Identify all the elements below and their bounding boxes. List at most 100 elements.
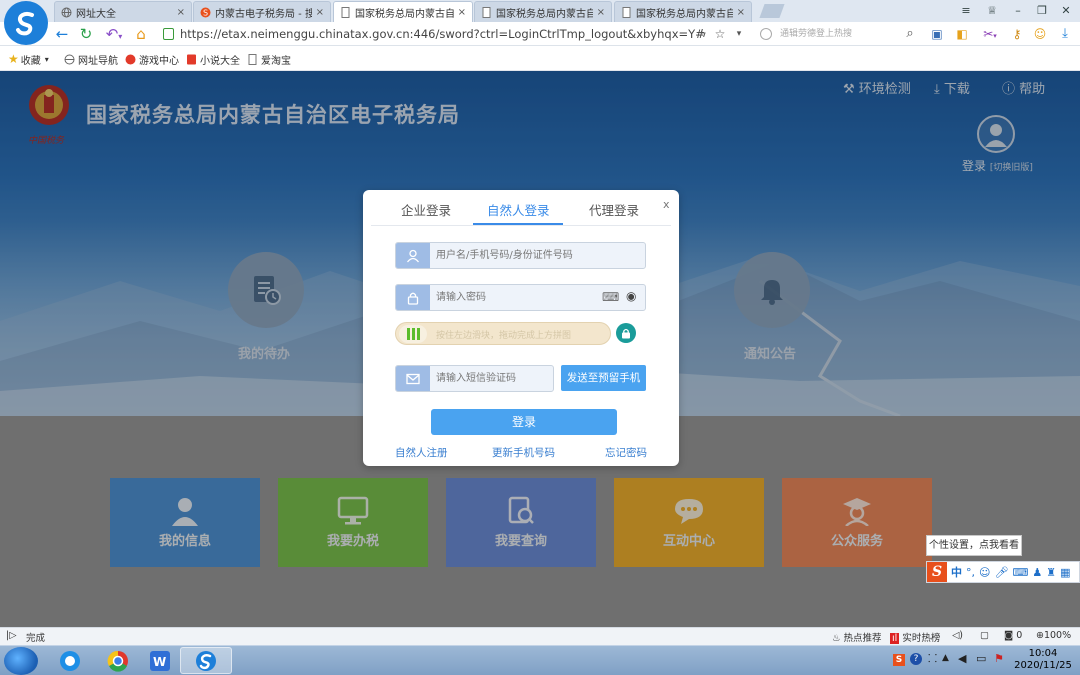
forgot-password-link[interactable]: 忘记密码: [605, 445, 647, 460]
star-icon[interactable]: ☆: [713, 25, 727, 43]
download-icon[interactable]: ⤓: [1058, 25, 1072, 43]
tab-close-icon[interactable]: ×: [177, 7, 185, 18]
url-text: https://etax.neimenggu.chinatax.gov.cn:4…: [180, 27, 705, 41]
slider-hint: 按住左边滑块，拖动完成上方拼图: [436, 331, 572, 341]
translate-icon[interactable]: ◧: [955, 25, 969, 43]
restore-icon[interactable]: ❐: [1034, 3, 1050, 19]
sound-icon[interactable]: ◁): [952, 630, 963, 641]
lock-icon[interactable]: ▢: [980, 630, 989, 641]
ime-toolbar[interactable]: S 中 °, ☺ 🎤︎ ⌨ ♟ ♜ ▦: [926, 561, 1080, 583]
network-icon[interactable]: ▭: [976, 652, 986, 665]
tab-1[interactable]: 网址大全 ×: [54, 1, 192, 22]
bookmark-novels[interactable]: 小说大全: [186, 51, 240, 67]
flag-icon[interactable]: ⚑: [994, 652, 1004, 665]
start-menu-icon[interactable]: [4, 647, 38, 675]
ime-tray-icon[interactable]: ⸬: [928, 651, 937, 666]
tab-4[interactable]: 国家税务总局内蒙古自治 ×: [474, 1, 612, 22]
volume-icon[interactable]: ◀︎: [958, 652, 966, 665]
browser-logo-icon[interactable]: [4, 1, 48, 45]
tab-title: 网址大全: [76, 8, 116, 20]
taskbar-qq-browser[interactable]: [44, 647, 96, 674]
address-bar[interactable]: https://etax.neimenggu.chinatax.gov.cn:4…: [158, 24, 750, 44]
system-clock[interactable]: 10:04 2020/11/25: [1012, 648, 1074, 672]
chart-icon: ıl: [890, 633, 900, 644]
tab-3[interactable]: 国家税务总局内蒙古自治 ×: [333, 1, 473, 22]
keyboard-icon[interactable]: ⌨: [602, 290, 619, 304]
new-tab-button[interactable]: [759, 4, 785, 18]
username-input[interactable]: [436, 246, 596, 265]
active-tab-underline: [473, 223, 563, 225]
realtime-hot-link[interactable]: ıl 实时热榜: [890, 630, 940, 644]
ime-mode[interactable]: 中: [951, 564, 962, 580]
username-field[interactable]: [395, 242, 646, 269]
sogou-ime-icon[interactable]: S: [927, 562, 947, 582]
tab-2[interactable]: S 内蒙古电子税务局 - 搜狗 ×: [193, 1, 331, 22]
bookmark-bar: ★ 收藏 ▾ 网址导航 游戏中心 小说大全 爱淘宝: [0, 47, 1080, 71]
modal-close-icon[interactable]: x: [663, 198, 670, 211]
tab-personal-login[interactable]: 自然人登录: [487, 200, 550, 219]
smiley-icon[interactable]: ☺: [1033, 25, 1047, 43]
extension-icon[interactable]: ▣: [930, 25, 944, 43]
bookmark-favorites[interactable]: ★ 收藏 ▾: [8, 51, 49, 67]
navigation-bar: ← ↻ ↶▾ ⌂ https://etax.neimenggu.chinatax…: [0, 22, 1080, 46]
microphone-icon[interactable]: 🎤︎: [994, 566, 1008, 579]
user-icon[interactable]: ♟: [1032, 566, 1042, 579]
refresh-icon[interactable]: ↻: [78, 25, 94, 43]
hot-recommend-link[interactable]: ♨ 热点推荐: [832, 630, 882, 644]
tab-agent-login[interactable]: 代理登录: [589, 200, 639, 219]
tab-title: 国家税务总局内蒙古自治: [355, 8, 454, 20]
search-input[interactable]: 通辑劳德登上热搜: [756, 24, 924, 44]
bookmark-label: 网址导航: [78, 55, 118, 67]
grid-icon[interactable]: ▦: [1060, 566, 1070, 579]
password-input[interactable]: [436, 288, 596, 307]
sms-code-field[interactable]: [395, 365, 554, 392]
sidebar-toggle-icon[interactable]: |▷: [6, 630, 17, 641]
tray-expand-icon[interactable]: ▲: [942, 653, 949, 663]
register-link[interactable]: 自然人注册: [395, 445, 448, 460]
windows-taskbar: W S ? ⸬ ▲ ◀︎ ▭ ⚑ 10:04 2020/11/25: [0, 645, 1080, 675]
punctuation-icon[interactable]: °,: [966, 566, 975, 579]
bookmark-taobao[interactable]: 爱淘宝: [247, 51, 291, 67]
clock-time: 10:04: [1028, 648, 1058, 659]
hide-password-icon[interactable]: ◉: [626, 289, 636, 303]
tab-close-icon[interactable]: ×: [458, 7, 466, 18]
bookmark-games[interactable]: 游戏中心: [125, 51, 179, 67]
sms-code-input[interactable]: [436, 369, 551, 388]
password-field[interactable]: ⌨ ◉: [395, 284, 646, 311]
search-icon[interactable]: ⌕: [903, 25, 917, 43]
send-sms-button[interactable]: 发送至预留手机: [561, 365, 646, 391]
sogou-ime-tray-icon[interactable]: S: [893, 654, 905, 666]
emoji-icon[interactable]: ☺: [979, 566, 990, 579]
wps-writer-icon: W: [150, 650, 170, 671]
taskbar-sogou-browser[interactable]: [180, 647, 232, 674]
close-window-icon[interactable]: ✕: [1058, 3, 1074, 19]
key-icon[interactable]: ⚷: [1010, 25, 1024, 43]
secure-shield-icon: [163, 28, 174, 40]
slider-handle[interactable]: [399, 325, 427, 343]
tab-enterprise-login[interactable]: 企业登录: [401, 200, 451, 219]
ime-tooltip[interactable]: 个性设置，点我看看: [926, 535, 1022, 556]
help-tray-icon[interactable]: ?: [910, 653, 922, 665]
menu-icon[interactable]: ≡: [958, 3, 974, 19]
home-icon[interactable]: ⌂: [133, 25, 149, 43]
dropdown-chevron-icon[interactable]: ▾: [734, 25, 744, 43]
zoom-control[interactable]: ⊕100%: [1036, 630, 1071, 641]
tab-close-icon[interactable]: ×: [316, 7, 324, 18]
undo-icon[interactable]: ↶▾: [102, 25, 126, 43]
slider-captcha[interactable]: 按住左边滑块，拖动完成上方拼图: [395, 322, 611, 345]
update-phone-link[interactable]: 更新手机号码: [492, 445, 555, 460]
tab-close-icon[interactable]: ×: [597, 7, 605, 18]
back-icon[interactable]: ←: [54, 25, 70, 43]
login-submit-button[interactable]: 登录: [431, 409, 617, 435]
scissors-icon[interactable]: ✂▾: [980, 25, 1000, 43]
tab-close-icon[interactable]: ×: [737, 7, 745, 18]
skin-icon[interactable]: ♕: [984, 3, 1000, 19]
lightning-icon[interactable]: ϟ: [697, 25, 709, 43]
bookmark-nav[interactable]: 网址导航: [64, 51, 118, 67]
taskbar-wps[interactable]: W: [134, 647, 186, 674]
shirt-icon[interactable]: ♜: [1046, 566, 1056, 579]
tab-5[interactable]: 国家税务总局内蒙古自治 ×: [614, 1, 752, 22]
adblock-count[interactable]: ◙ 0: [1004, 630, 1022, 641]
keyboard-icon[interactable]: ⌨: [1012, 566, 1028, 579]
minimize-icon[interactable]: –: [1010, 3, 1026, 19]
